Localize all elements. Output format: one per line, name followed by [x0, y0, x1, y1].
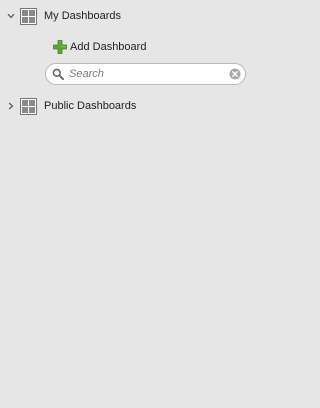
clear-icon[interactable] [229, 68, 241, 80]
tree-node-my-dashboards[interactable]: My Dashboards [0, 5, 250, 27]
tree-node-label: My Dashboards [44, 10, 122, 22]
search-input[interactable] [69, 65, 229, 83]
chevron-down-icon[interactable] [6, 5, 15, 27]
search-icon [52, 68, 64, 80]
tree-node-public-dashboards[interactable]: Public Dashboards [0, 95, 250, 117]
search-box [45, 63, 246, 85]
add-dashboard-link[interactable]: Add Dashboard [53, 38, 146, 55]
tree-node-label: Public Dashboards [44, 100, 137, 112]
dashboard-grid-icon [20, 97, 37, 115]
add-dashboard-label: Add Dashboard [70, 40, 147, 53]
dashboard-grid-icon [20, 7, 37, 25]
chevron-right-icon[interactable] [6, 95, 15, 117]
add-plus-icon [53, 39, 67, 54]
